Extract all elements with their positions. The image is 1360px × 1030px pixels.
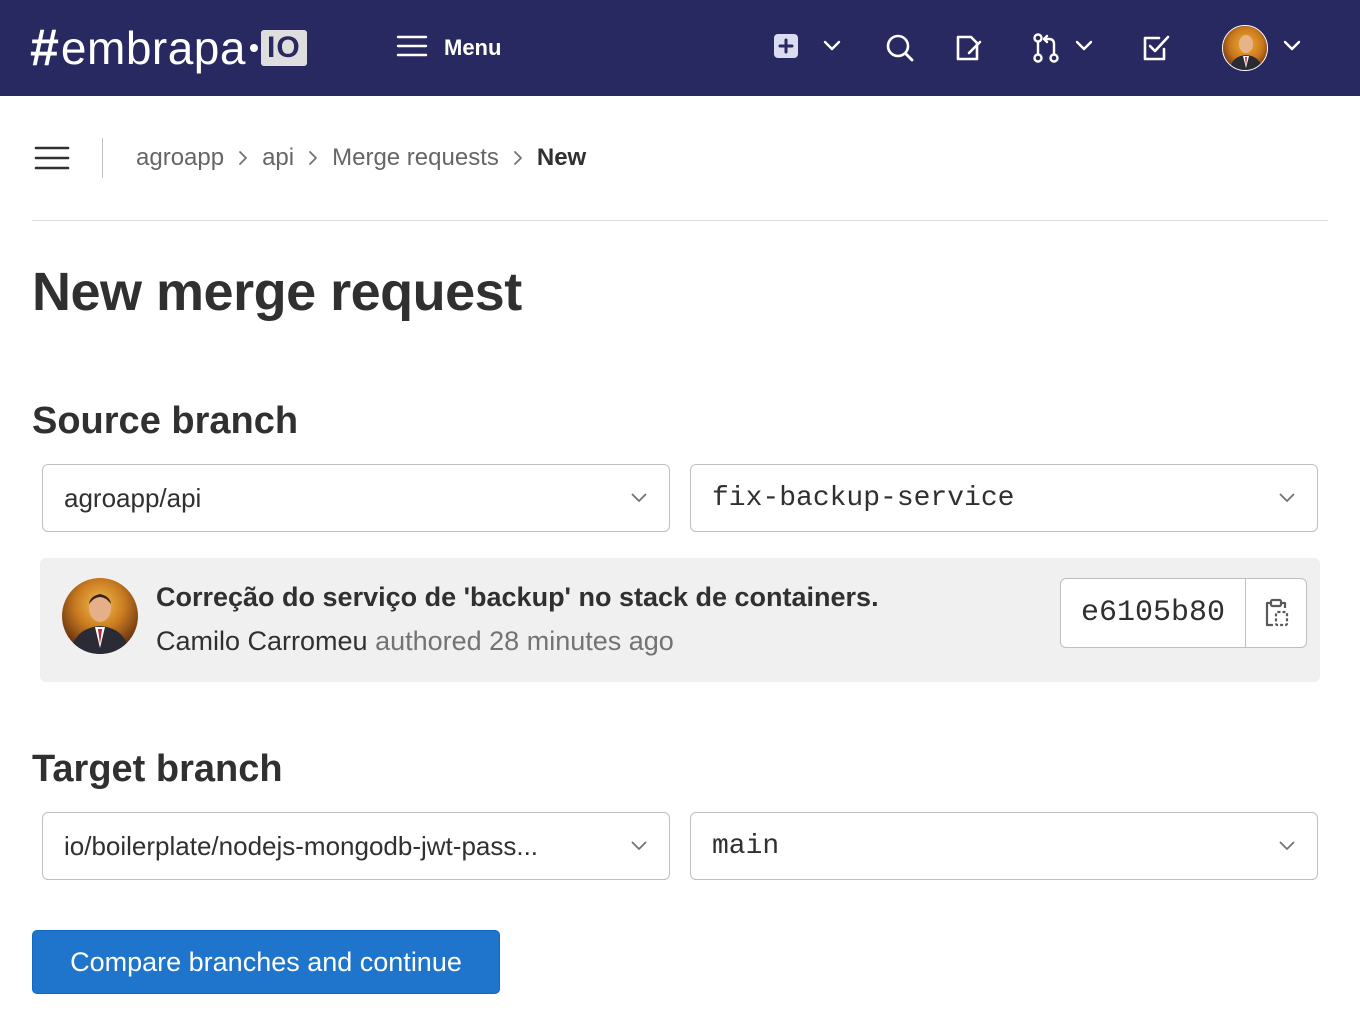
chevron-right-icon [238,150,248,166]
merge-request-icon [1033,33,1059,63]
chevron-right-icon [513,150,523,166]
logo-hash: # [30,19,59,77]
target-branch-value: main [712,830,780,862]
issues-icon [956,35,982,61]
embrapa-io-logo[interactable]: # embrapa IO [30,22,307,74]
copy-sha-button[interactable] [1246,579,1306,647]
breadcrumb: agroapp api Merge requests New [136,140,586,176]
merge-requests-button[interactable] [1026,28,1066,68]
new-item-dropdown-caret[interactable] [822,36,842,56]
commit-authored-time: authored 28 minutes ago [375,626,674,656]
chevron-down-icon [1257,493,1317,503]
commit-author-name[interactable]: Camilo Carromeu [156,626,368,656]
copy-to-clipboard-icon [1265,598,1289,627]
plus-square-icon [773,33,799,64]
top-navigation-bar: # embrapa IO Menu [0,0,1360,96]
target-branch-heading: Target branch [32,748,283,790]
user-avatar[interactable] [1222,25,1268,71]
breadcrumb-item-agroapp[interactable]: agroapp [136,144,224,172]
logo-io-text: IO [260,30,307,66]
source-project-value: agroapp/api [64,482,202,513]
todos-button[interactable] [1136,28,1176,68]
main-menu-button[interactable]: Menu [396,30,501,66]
source-project-select[interactable]: agroapp/api [42,464,670,532]
chevron-right-icon [308,150,318,166]
commit-meta: Camilo Carromeu authored 28 minutes ago [156,626,674,657]
search-icon [886,34,914,62]
commit-sha-group: e6105b80 [1060,578,1308,648]
target-branch-select[interactable]: main [690,812,1318,880]
hamburger-icon [396,34,428,63]
chevron-down-icon [609,493,669,503]
logo-badge: IO [249,30,307,66]
page-title: New merge request [32,262,522,322]
source-branch-heading: Source branch [32,400,299,442]
header-divider [32,220,1328,221]
chevron-down-icon [1075,40,1093,51]
commit-sha[interactable]: e6105b80 [1061,579,1247,647]
todo-icon [1143,35,1170,61]
new-item-button[interactable] [766,28,806,68]
chevron-down-icon [609,841,669,851]
breadcrumb-item-merge-requests[interactable]: Merge requests [332,144,499,172]
issues-button[interactable] [948,28,988,68]
commit-author-avatar[interactable] [62,578,138,654]
breadcrumb-item-current[interactable]: New [537,144,586,172]
search-button[interactable] [880,28,920,68]
target-project-value: io/boilerplate/nodejs-mongodb-jwt-pass..… [64,830,539,861]
chevron-down-icon [1257,841,1317,851]
logo-dot [249,44,258,52]
source-branch-value: fix-backup-service [712,482,1015,514]
compare-branches-button[interactable]: Compare branches and continue [32,930,500,994]
source-branch-select[interactable]: fix-backup-service [690,464,1318,532]
hamburger-icon [34,146,70,170]
menu-label: Menu [444,35,502,60]
user-menu-dropdown-caret[interactable] [1282,36,1302,56]
chevron-down-icon [823,40,841,51]
breadcrumb-item-api[interactable]: api [262,144,294,172]
merge-requests-dropdown-caret[interactable] [1074,36,1094,56]
target-project-select[interactable]: io/boilerplate/nodejs-mongodb-jwt-pass..… [42,812,670,880]
chevron-down-icon [1283,40,1301,51]
logo-text: embrapa [60,22,246,74]
breadcrumb-divider [102,138,103,178]
sidebar-toggle-button[interactable] [34,144,70,172]
latest-commit-panel: Correção do serviço de 'backup' no stack… [40,558,1320,682]
commit-title[interactable]: Correção do serviço de 'backup' no stack… [156,582,879,613]
